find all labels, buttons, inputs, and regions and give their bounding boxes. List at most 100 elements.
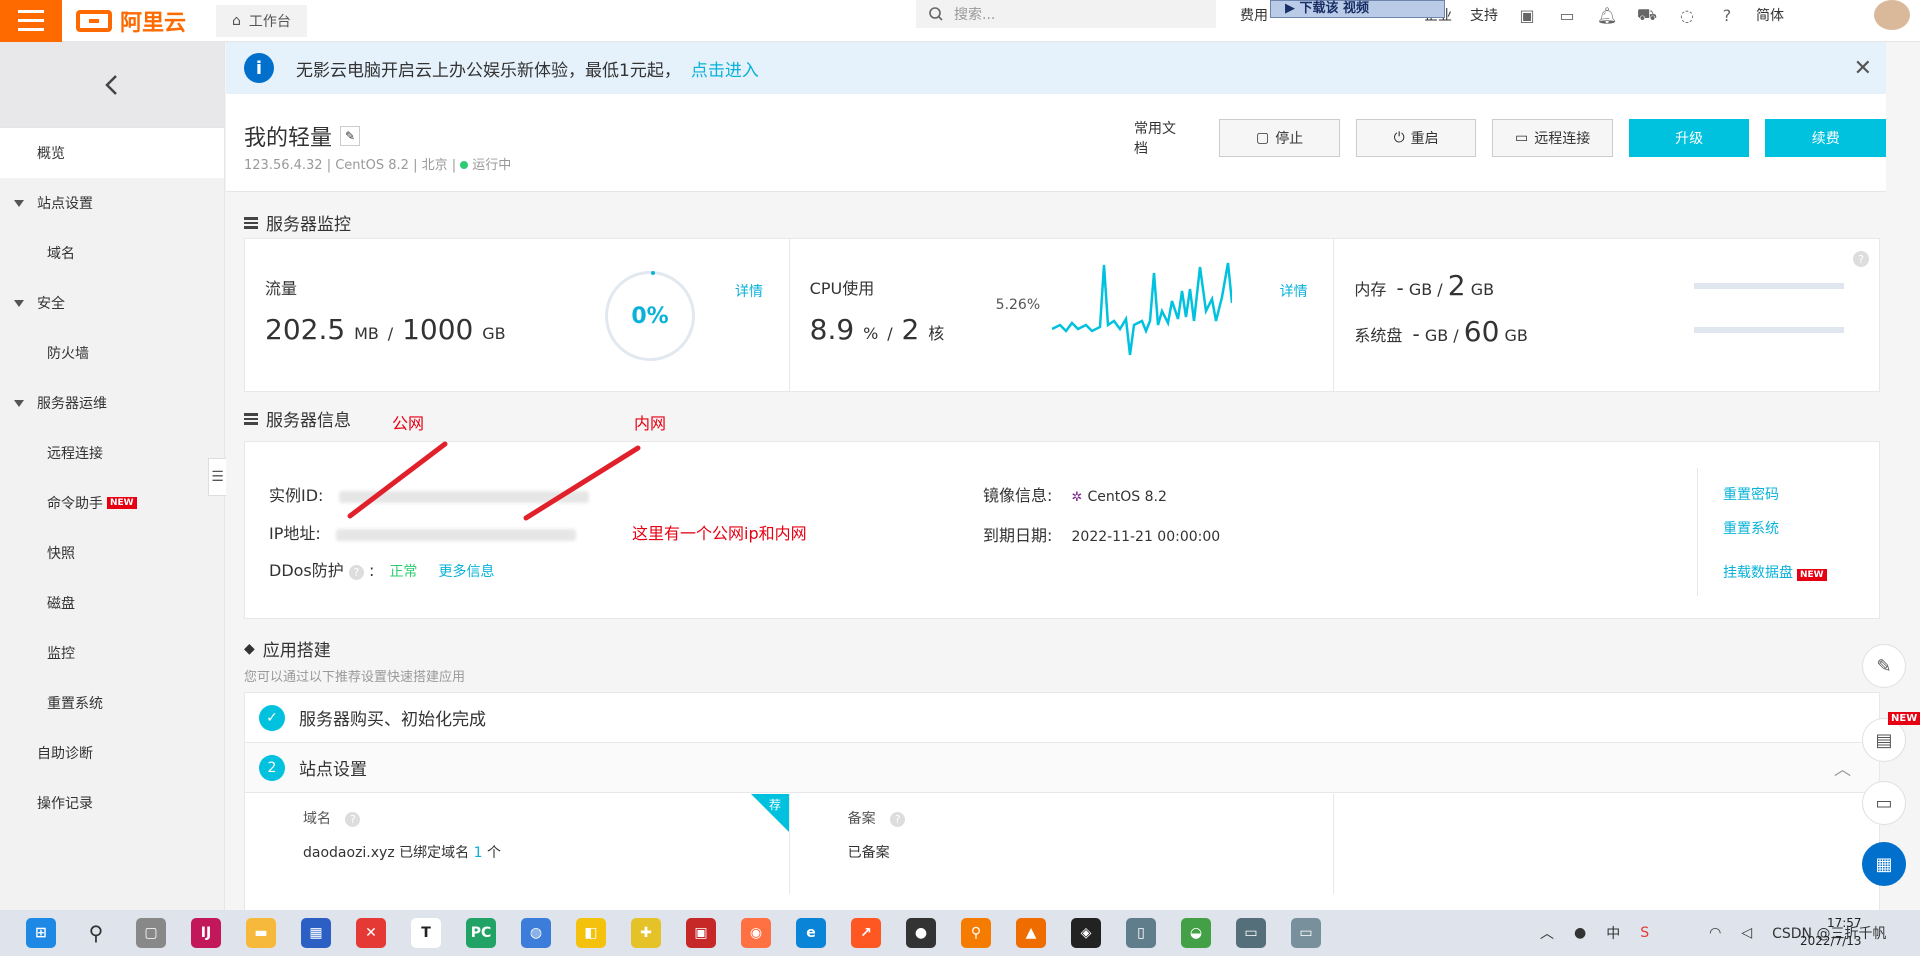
bulb-icon[interactable]: ◌: [1676, 4, 1698, 26]
app-icon[interactable]: ▣: [686, 918, 716, 948]
workbench-button[interactable]: ⌂ 工作台: [216, 4, 307, 37]
avatar[interactable]: [1874, 0, 1910, 30]
sidebar-group-site[interactable]: 站点设置: [0, 178, 224, 228]
sidebar-item-diagnose[interactable]: 自助诊断: [0, 728, 224, 778]
intellij-icon[interactable]: IJ: [191, 918, 221, 948]
system-clock[interactable]: 17:57 2022/7/13: [1800, 914, 1862, 950]
app-icon[interactable]: ▲: [1016, 918, 1046, 948]
remote-desktop-icon[interactable]: ▭: [1236, 918, 1266, 948]
app-icon[interactable]: ◒: [1181, 918, 1211, 948]
app-icon[interactable]: ◧: [576, 918, 606, 948]
chevron-up-icon[interactable]: ︿: [1540, 923, 1554, 943]
menu-icon[interactable]: [0, 0, 62, 42]
traffic-label: 流量: [265, 279, 298, 298]
domain-label-row: 域名 ?: [303, 808, 361, 828]
sidebar-item-snapshot[interactable]: 快照: [0, 528, 224, 578]
help-icon[interactable]: ?: [890, 812, 906, 827]
postman-icon[interactable]: ↗: [851, 918, 881, 948]
chevron-up-icon[interactable]: ︿: [1834, 755, 1851, 780]
cpu-detail-link[interactable]: 详情: [1280, 281, 1308, 301]
app-icon[interactable]: ▣: [1516, 4, 1538, 26]
task-view-icon[interactable]: ▢: [136, 918, 166, 948]
bell-icon[interactable]: 🔔︎: [1596, 4, 1618, 26]
sidebar-item-oplog[interactable]: 操作记录: [0, 778, 224, 828]
reset-password-link[interactable]: 重置密码: [1723, 484, 1779, 504]
app-icon[interactable]: ◍: [521, 918, 551, 948]
app-icon[interactable]: ⚲: [961, 918, 991, 948]
volume-icon[interactable]: ◁: [1741, 925, 1752, 941]
wifi-icon[interactable]: ◠: [1709, 925, 1721, 941]
restart-button[interactable]: ⏻ 重启: [1355, 119, 1477, 157]
qq-icon[interactable]: ●: [1574, 925, 1586, 941]
sidebar-item-firewall[interactable]: 防火墙: [0, 328, 224, 378]
sidebar-item-overview[interactable]: 概览: [0, 128, 224, 178]
notice-text: 无影云电脑开启云上办公娱乐新体验，最低1元起，: [296, 60, 681, 81]
pycharm-icon[interactable]: PC: [466, 918, 496, 948]
step-2-row[interactable]: 2 站点设置 ︿: [245, 743, 1879, 793]
help-icon[interactable]: ?: [348, 565, 364, 580]
docs-link[interactable]: 常用文档: [1134, 118, 1189, 158]
search-input[interactable]: 搜索...: [916, 0, 1216, 28]
sidebar-group-ops[interactable]: 服务器运维: [0, 378, 224, 428]
sidebar: 概览 站点设置 域名 安全 防火墙 服务器运维 远程连接 命令助手 NEW 快照 …: [0, 42, 225, 910]
stop-button[interactable]: ▢ 停止: [1219, 119, 1340, 157]
menu-billing[interactable]: 费用: [1240, 5, 1268, 25]
cpu-usage: 8.9: [809, 313, 855, 346]
search-icon[interactable]: ⚲: [81, 918, 111, 948]
app-icon[interactable]: ▭: [1291, 918, 1321, 948]
memory-row: 内存 - GB / 2 GB: [1354, 269, 1495, 302]
xmind-icon[interactable]: ✕: [356, 918, 386, 948]
sidebar-toggle-icon[interactable]: ☰: [208, 458, 226, 496]
remote-connect-button[interactable]: ▭ 远程连接: [1492, 119, 1613, 157]
firefox-icon[interactable]: ◉: [741, 918, 771, 948]
help-icon[interactable]: ?: [1716, 4, 1738, 26]
sogou-icon[interactable]: S: [1640, 925, 1649, 941]
cpu-value: 8.9 % / 2 核: [809, 313, 945, 346]
sidebar-item-disk[interactable]: 磁盘: [0, 578, 224, 628]
unity-icon[interactable]: ◈: [1071, 918, 1101, 948]
edge-icon[interactable]: e: [796, 918, 826, 948]
sidebar-item-remote[interactable]: 远程连接: [0, 428, 224, 478]
chat-icon: ▭: [1875, 792, 1893, 814]
help-icon[interactable]: ?: [1853, 251, 1870, 267]
cart-icon[interactable]: ⛟: [1636, 4, 1658, 26]
renew-button[interactable]: 续费: [1765, 119, 1886, 157]
feedback-edit-button[interactable]: ✎: [1862, 644, 1906, 688]
sidebar-item-domain[interactable]: 域名: [0, 228, 224, 278]
edit-icon[interactable]: ✎: [340, 126, 361, 146]
apps-button[interactable]: ▦: [1862, 842, 1906, 886]
collapse-back-button[interactable]: [0, 42, 224, 128]
memory-total: 2: [1447, 269, 1466, 302]
sidebar-item-command[interactable]: 命令助手 NEW: [0, 478, 224, 528]
menu-support[interactable]: 支持: [1470, 5, 1498, 25]
puzzle-icon[interactable]: ✚: [631, 918, 661, 948]
store-icon[interactable]: ▦: [301, 918, 331, 948]
sidebar-item-monitor[interactable]: 监控: [0, 628, 224, 678]
download-video-banner[interactable]: ▶ 下载该 视频: [1270, 0, 1445, 18]
step-1-row[interactable]: ✓ 服务器购买、初始化完成: [245, 693, 1879, 743]
app-icon[interactable]: ▯: [1126, 918, 1156, 948]
ime-indicator[interactable]: 中: [1606, 923, 1620, 943]
more-info-link[interactable]: 更多信息: [439, 564, 495, 580]
close-icon[interactable]: ✕: [1854, 56, 1872, 81]
aliyun-logo[interactable]: 阿里云: [76, 0, 186, 42]
monitor-panel: 流量 202.5 MB / 1000 GB 0% 详情 CPU使用 8.9 % …: [244, 238, 1880, 392]
folder-icon[interactable]: ▬: [246, 918, 276, 948]
domain-count-link[interactable]: 1: [474, 845, 483, 861]
notice-link[interactable]: 点击进入: [691, 56, 759, 81]
upgrade-button[interactable]: 升级: [1628, 119, 1750, 157]
mount-disk-link[interactable]: 挂载数据盘 NEW: [1723, 562, 1827, 582]
traffic-detail-link[interactable]: 详情: [735, 281, 763, 301]
sidebar-item-reset[interactable]: 重置系统: [0, 678, 224, 728]
grid-icon: ▦: [1875, 853, 1893, 875]
typora-icon[interactable]: T: [411, 918, 441, 948]
reset-system-link[interactable]: 重置系统: [1723, 518, 1779, 538]
github-icon[interactable]: ●: [906, 918, 936, 948]
terminal-icon[interactable]: ▭: [1556, 4, 1578, 26]
recommend-label: 荐: [769, 798, 782, 812]
chat-button[interactable]: ▭: [1862, 781, 1906, 825]
language-switch[interactable]: 简体: [1756, 5, 1784, 25]
sidebar-group-security[interactable]: 安全: [0, 278, 224, 328]
help-icon[interactable]: ?: [345, 812, 361, 827]
windows-start-icon[interactable]: ⊞: [26, 918, 56, 948]
